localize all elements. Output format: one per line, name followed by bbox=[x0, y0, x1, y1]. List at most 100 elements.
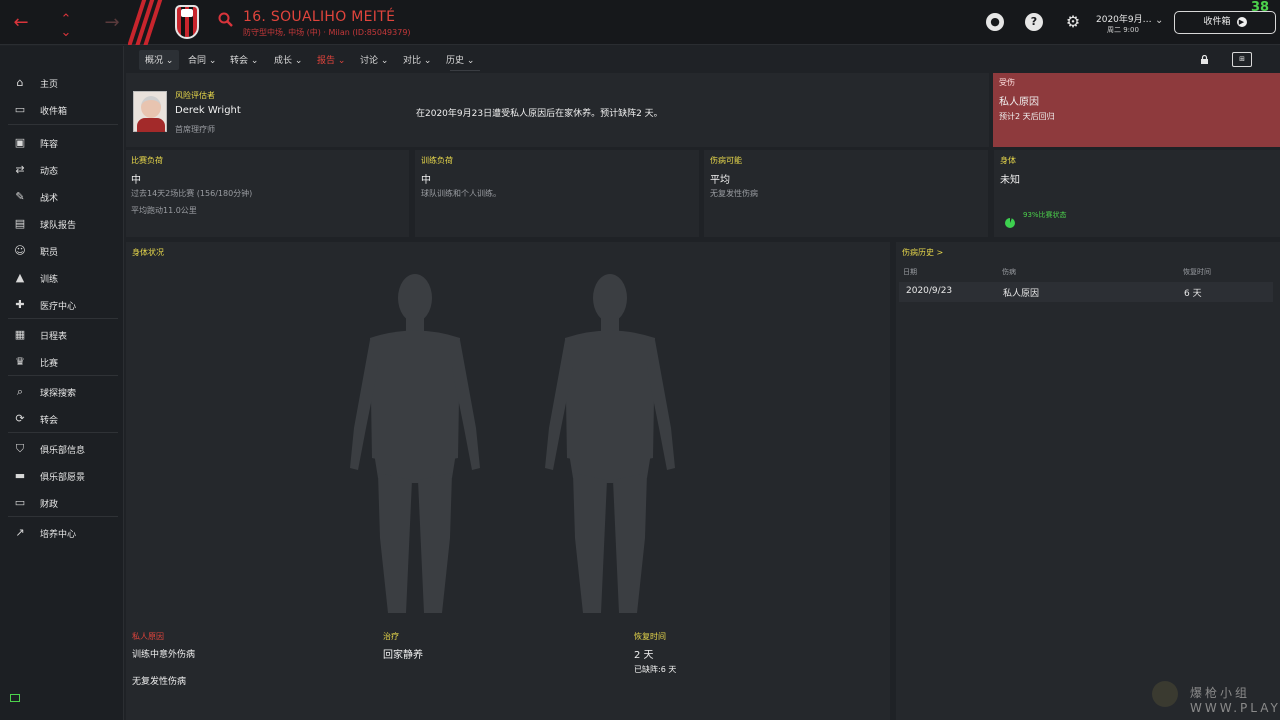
history-date: 2020/9/23 bbox=[906, 286, 953, 296]
table-row[interactable]: 2020/9/23 私人原因 6 天 bbox=[899, 282, 1273, 302]
money-icon: ▭ bbox=[14, 496, 26, 509]
sidebar-item-tactics[interactable]: ✎ 战术 bbox=[8, 186, 120, 208]
assessor-message: 在2020年9月23日遭受私人原因后在家休养。预计缺阵2 天。 bbox=[416, 109, 663, 119]
condition-pie-icon bbox=[1005, 218, 1015, 228]
history-col-recovery[interactable]: 恢复时间 bbox=[1183, 267, 1211, 277]
watermark-text: 爆枪小组 WWW.PLAYGM.CC bbox=[1190, 686, 1280, 715]
search-icon[interactable] bbox=[218, 12, 234, 28]
sidebar-divider bbox=[8, 432, 118, 433]
sidebar-item-scouting[interactable]: ⌕ 球探搜索 bbox=[8, 381, 120, 403]
chevron-down-icon[interactable]: ⌄ bbox=[1155, 15, 1163, 26]
sidebar-item-training[interactable]: ▲ 训练 bbox=[8, 267, 120, 289]
body-label: 身体 bbox=[1000, 156, 1016, 165]
help-icon[interactable]: ? bbox=[1025, 13, 1043, 31]
tab-reports[interactable]: 报告 ⌄ bbox=[317, 53, 345, 66]
tab-development[interactable]: 成长 ⌄ bbox=[274, 53, 302, 66]
home-icon: ⌂ bbox=[16, 76, 24, 89]
inbox-icon: ▭ bbox=[14, 103, 26, 116]
tab-compare[interactable]: 对比 ⌄ bbox=[403, 53, 431, 66]
tab-underline bbox=[450, 70, 480, 71]
briefcase-icon: ▬ bbox=[14, 469, 26, 482]
body-back-figure bbox=[545, 274, 675, 613]
sidebar-item-label: 阵容 bbox=[40, 139, 59, 150]
continue-inbox-label: 收件箱 bbox=[1203, 17, 1231, 27]
injury-history-title[interactable]: 伤病历史 > bbox=[902, 247, 943, 258]
current-date[interactable]: 2020年9月… bbox=[1096, 12, 1152, 25]
sidebar-item-label: 收件箱 bbox=[40, 106, 68, 117]
status-indicator-icon[interactable] bbox=[10, 694, 20, 702]
tab-label: 转会 bbox=[230, 56, 249, 66]
sidebar-item-label: 财政 bbox=[40, 499, 59, 510]
tab-history[interactable]: 历史 ⌄ bbox=[446, 53, 474, 66]
injury-risk-value: 平均 bbox=[710, 175, 730, 186]
sidebar-item-label: 训练 bbox=[40, 274, 59, 285]
tab-label: 概况 bbox=[145, 56, 164, 66]
assessor-role: 首席理疗师 bbox=[175, 125, 215, 134]
match-load-line2: 平均跑动11.0公里 bbox=[131, 206, 197, 215]
sidebar-item-dynamics[interactable]: ⇄ 动态 bbox=[8, 159, 120, 181]
report-icon: ▤ bbox=[14, 217, 26, 230]
sidebar-item-competitions[interactable]: ♛ 比赛 bbox=[8, 351, 120, 373]
shield-icon: ⛉ bbox=[15, 442, 25, 455]
arrow-right-icon: ▶ bbox=[1236, 17, 1247, 27]
sidebar-item-inbox[interactable]: ▭ 收件箱 bbox=[8, 99, 120, 121]
current-weekday-time: 周二 9:00 bbox=[1107, 26, 1139, 34]
sidebar-item-label: 培养中心 bbox=[40, 529, 77, 540]
sidebar-divider bbox=[8, 318, 118, 319]
club-crest[interactable] bbox=[175, 5, 199, 39]
lock-icon[interactable] bbox=[1200, 54, 1209, 64]
sidebar-item-staff[interactable]: ☺ 职员 bbox=[8, 240, 120, 262]
ball-icon[interactable]: ● bbox=[986, 13, 1004, 31]
history-col-date[interactable]: 日期 bbox=[903, 267, 917, 277]
sidebar-divider bbox=[8, 124, 118, 125]
up-down-arrow-icon[interactable]: ⌃ ⌄ bbox=[53, 13, 79, 39]
sidebar-item-club-vision[interactable]: ▬ 俱乐部愿景 bbox=[8, 465, 120, 487]
sidebar-item-label: 比赛 bbox=[40, 358, 59, 369]
sidebar-item-label: 转会 bbox=[40, 415, 59, 426]
tab-overview[interactable]: 概况 ⌄ bbox=[145, 53, 173, 66]
sidebar-item-label: 日程表 bbox=[40, 331, 68, 342]
header-stripes bbox=[128, 0, 168, 45]
tab-contract[interactable]: 合同 ⌄ bbox=[188, 53, 216, 66]
forward-arrow-icon[interactable]: → bbox=[99, 10, 125, 36]
tab-label: 历史 bbox=[446, 56, 465, 66]
view-toggle-icon[interactable]: ⊞ bbox=[1232, 52, 1252, 67]
training-load-label: 训练负荷 bbox=[421, 156, 453, 165]
back-arrow-icon[interactable]: ← bbox=[8, 10, 34, 36]
sidebar-item-finances[interactable]: ▭ 财政 bbox=[8, 492, 120, 514]
sidebar-item-label: 主页 bbox=[40, 79, 59, 90]
history-recovery: 6 天 bbox=[1184, 289, 1202, 299]
assessor-name[interactable]: Derek Wright bbox=[175, 105, 241, 116]
sidebar-item-medical[interactable]: ✚ 医疗中心 bbox=[8, 294, 120, 316]
condition-text: 93%比赛状态 bbox=[1023, 211, 1067, 219]
assessor-photo[interactable] bbox=[133, 91, 167, 132]
cause-value: 训练中意外伤病 bbox=[132, 650, 196, 660]
sidebar-item-team-report[interactable]: ▤ 球队报告 bbox=[8, 213, 120, 235]
sidebar-item-schedule[interactable]: ▦ 日程表 bbox=[8, 324, 120, 346]
tab-label: 讨论 bbox=[360, 56, 379, 66]
watermark-logo bbox=[1152, 681, 1178, 707]
assessor-label: 风险评估者 bbox=[175, 91, 215, 100]
tab-label: 报告 bbox=[317, 56, 336, 66]
tab-transfer[interactable]: 转会 ⌄ bbox=[230, 53, 258, 66]
injury-risk-line1: 无复发性伤病 bbox=[710, 189, 758, 198]
settings-gear-icon[interactable]: ⚙ bbox=[1064, 13, 1082, 31]
history-col-injury[interactable]: 伤病 bbox=[1002, 267, 1016, 277]
training-icon: ▲ bbox=[15, 271, 25, 284]
sidebar-item-transfers[interactable]: ⟳ 转会 bbox=[8, 408, 120, 430]
sidebar-item-squad[interactable]: ▣ 阵容 bbox=[8, 132, 120, 154]
tab-discuss[interactable]: 讨论 ⌄ bbox=[360, 53, 388, 66]
player-subtitle[interactable]: 防守型中场, 中场 (中) · Milan (ID:85049379) bbox=[243, 27, 411, 38]
tab-label: 成长 bbox=[274, 56, 293, 66]
sidebar-item-label: 战术 bbox=[40, 193, 59, 204]
sidebar-item-development[interactable]: ↗ 培养中心 bbox=[8, 522, 120, 544]
sidebar-item-home[interactable]: ⌂ 主页 bbox=[8, 72, 120, 94]
sidebar-item-club-info[interactable]: ⛉ 俱乐部信息 bbox=[8, 438, 120, 460]
calendar-icon: ▦ bbox=[14, 328, 26, 341]
tab-label: 合同 bbox=[188, 56, 207, 66]
recovery-value: 2 天 bbox=[634, 650, 654, 661]
medical-icon: ✚ bbox=[15, 298, 25, 311]
scout-search-icon: ⌕ bbox=[16, 385, 24, 398]
injury-risk-label: 伤病可能 bbox=[710, 156, 742, 165]
development-icon: ↗ bbox=[15, 526, 25, 539]
